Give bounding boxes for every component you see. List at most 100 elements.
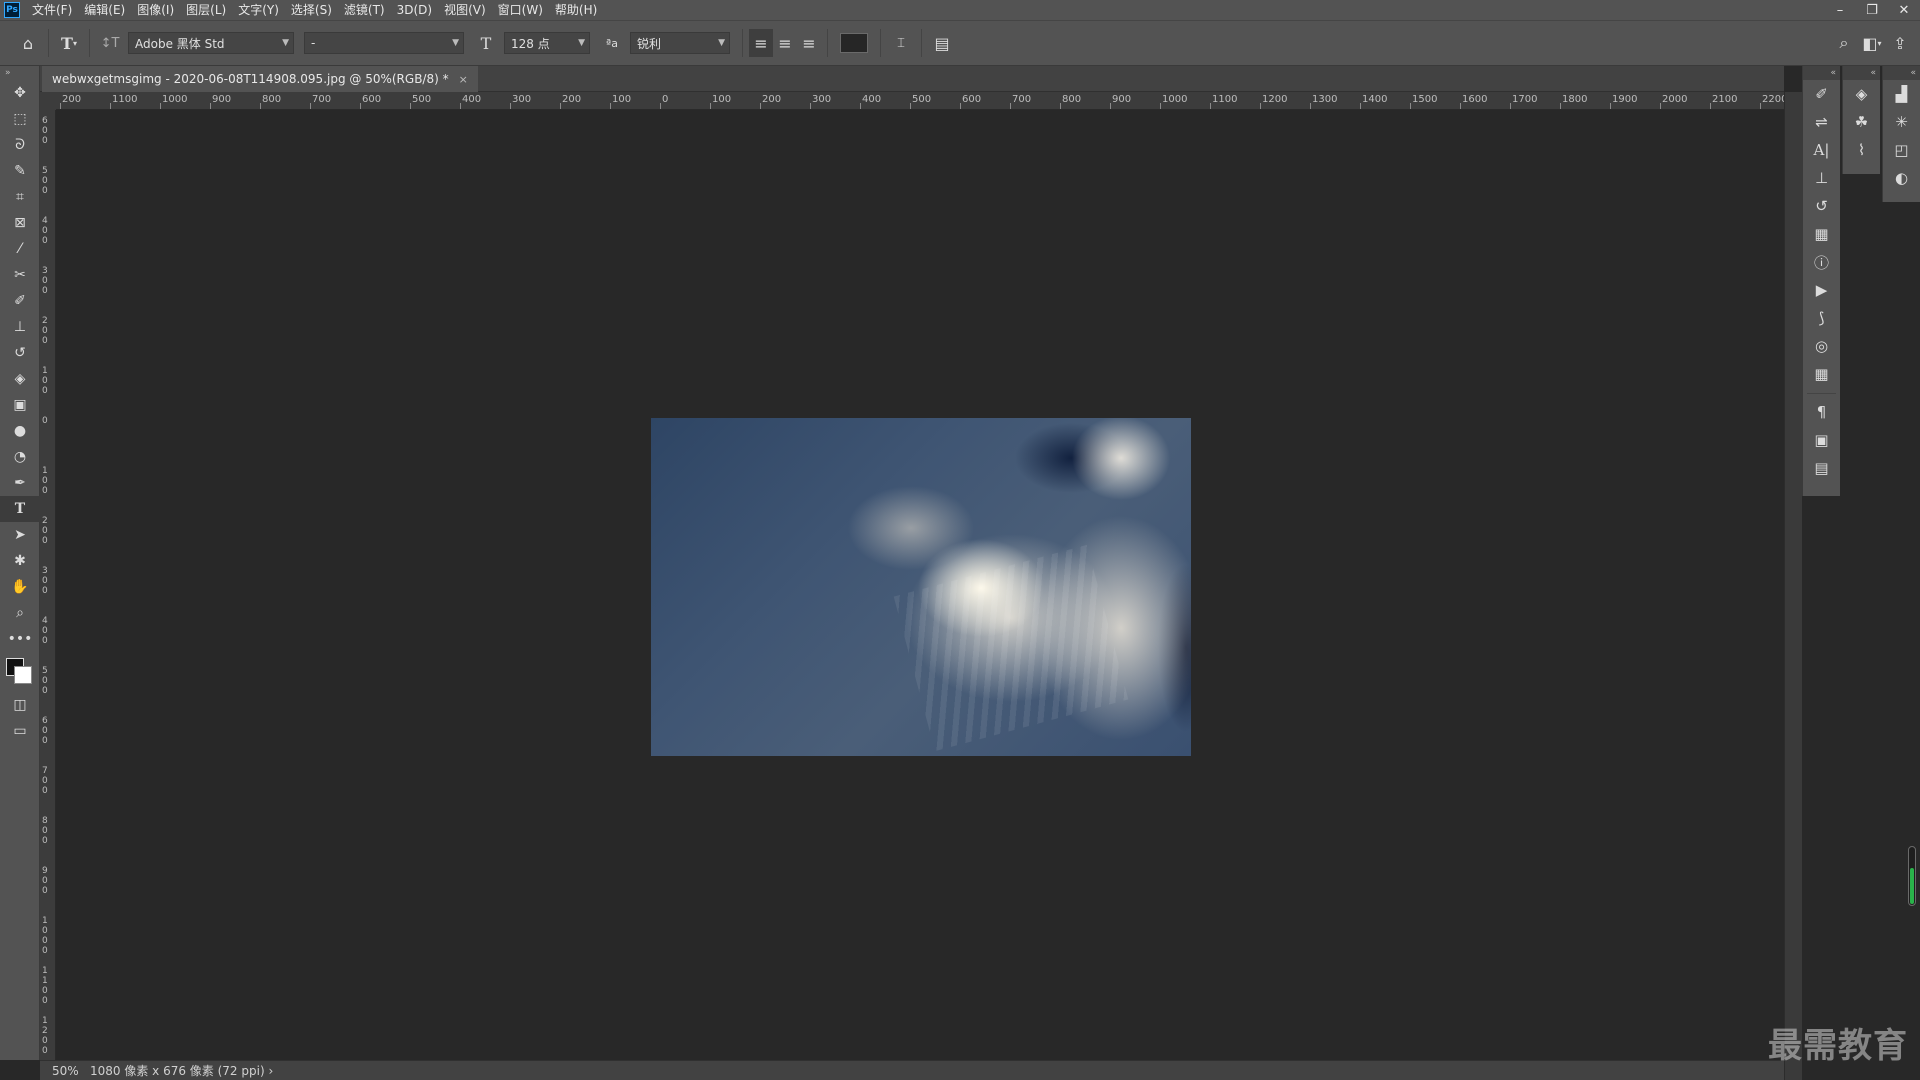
menu-image[interactable]: 图像(I) — [131, 0, 180, 20]
menu-select[interactable]: 选择(S) — [285, 0, 338, 20]
align-right-icon[interactable]: ≡ — [797, 29, 821, 57]
menu-view[interactable]: 视图(V) — [438, 0, 492, 20]
dodge-tool-icon[interactable]: ◔ — [0, 444, 40, 470]
home-icon[interactable]: ⌂ — [14, 29, 42, 57]
canvas-area[interactable] — [56, 110, 1784, 1060]
ruler-tick — [1110, 103, 1111, 109]
navigator-panel-icon[interactable]: ✳ — [1883, 108, 1920, 136]
collapse-panels-icon[interactable]: « — [1843, 66, 1880, 80]
text-orientation-icon[interactable]: ↕T — [96, 29, 124, 57]
document-image[interactable] — [651, 418, 1191, 756]
channels-panel-icon[interactable]: ☘ — [1843, 108, 1880, 136]
marquee-tool-icon[interactable]: ⬚ — [0, 106, 40, 132]
options-right-group: ⌕ ◧ ▾ ⇪ — [1830, 29, 1914, 57]
color-swatches[interactable] — [0, 652, 40, 692]
histogram-panel-icon[interactable]: ▟ — [1883, 80, 1920, 108]
share-icon[interactable]: ⇪ — [1886, 29, 1914, 57]
menu-filter[interactable]: 滤镜(T) — [338, 0, 391, 20]
move-tool-icon[interactable]: ✥ — [0, 80, 40, 106]
menu-help[interactable]: 帮助(H) — [549, 0, 603, 20]
search-icon[interactable]: ⌕ — [1830, 29, 1858, 57]
ruler-tick — [1760, 103, 1761, 109]
clone-source-icon[interactable]: ⊥ — [1803, 164, 1840, 192]
font-family-value: Adobe 黑体 Std — [135, 36, 225, 51]
history-panel-icon[interactable]: ↺ — [1803, 192, 1840, 220]
brushes-panel-icon[interactable]: ⇌ — [1803, 108, 1840, 136]
restore-button[interactable]: ❐ — [1856, 0, 1888, 20]
blur-tool-icon[interactable]: ● — [0, 418, 40, 444]
minimize-button[interactable]: – — [1824, 0, 1856, 20]
more-tools-icon[interactable]: ••• — [0, 626, 40, 652]
shape-tool-icon[interactable]: ✱ — [0, 548, 40, 574]
vertical-ruler[interactable]: 600 500 400 300 200 100 0 100 200 300 400 500 600 700… — [40, 110, 56, 1060]
ruler-tick-label: 700 — [42, 766, 48, 796]
adjustments-panel-icon[interactable]: ◐ — [1883, 164, 1920, 192]
actions-panel-icon[interactable]: ▶ — [1803, 276, 1840, 304]
zoom-tool-icon[interactable]: ⌕ — [0, 600, 40, 626]
layers-panel-icon[interactable]: ◈ — [1843, 80, 1880, 108]
type-tool-icon[interactable]: T — [0, 496, 40, 522]
history-brush-tool-icon[interactable]: ↺ — [0, 340, 40, 366]
horizontal-ruler[interactable]: 200 1100 1000 900 800 700 600 500 400 300 200 100 0 1… — [56, 92, 1784, 110]
menu-layer[interactable]: 图层(L) — [180, 0, 232, 20]
align-center-icon[interactable]: ≡ — [773, 29, 797, 57]
paragraph-styles-icon[interactable]: ▣ — [1803, 426, 1840, 454]
info-panel-icon[interactable]: ⓘ — [1803, 248, 1840, 276]
collapse-panels-icon[interactable]: « — [1883, 66, 1920, 80]
brush-settings-icon[interactable]: ✐ — [1803, 80, 1840, 108]
ruler-tick-label: 1400 — [1362, 94, 1388, 105]
paths-panel-icon[interactable]: ⌇ — [1843, 136, 1880, 164]
lasso-tool-icon[interactable]: ᘐ — [0, 132, 40, 158]
vertical-scrollbar[interactable] — [1784, 92, 1802, 1080]
font-style-select[interactable]: - ▼ — [304, 32, 464, 54]
zoom-level[interactable]: 50% — [40, 1064, 84, 1078]
menu-window[interactable]: 窗口(W) — [492, 0, 549, 20]
pen-tool-icon[interactable]: ✒ — [0, 470, 40, 496]
glyphs-panel-icon[interactable]: ▦ — [1803, 220, 1840, 248]
type-tool-preset-icon[interactable]: T ▾ — [55, 29, 83, 57]
panel-scroll-indicator[interactable] — [1908, 846, 1916, 906]
frame-tool-icon[interactable]: ⊠ — [0, 210, 40, 236]
antialias-select[interactable]: 锐利 ▼ — [630, 32, 730, 54]
menu-file[interactable]: 文件(F) — [26, 0, 78, 20]
gradient-tool-icon[interactable]: ▣ — [0, 392, 40, 418]
workspace-icon[interactable]: ◧ ▾ — [1858, 29, 1886, 57]
document-info[interactable]: 1080 像素 x 676 像素 (72 ppi) › — [84, 1062, 273, 1079]
align-left-icon[interactable]: ≡ — [749, 29, 773, 57]
menu-edit[interactable]: 编辑(E) — [78, 0, 131, 20]
light-rays — [893, 544, 1129, 752]
document-tab[interactable]: webwxgetmsgimg - 2020-06-08T114908.095.j… — [42, 66, 478, 92]
paragraph-panel-icon[interactable]: ¶ — [1803, 398, 1840, 426]
notes-panel-icon[interactable]: ▤ — [1803, 454, 1840, 482]
close-window-button[interactable]: ✕ — [1888, 0, 1920, 20]
hand-tool-icon[interactable]: ✋ — [0, 574, 40, 600]
libraries-panel-icon[interactable]: ◰ — [1883, 136, 1920, 164]
ruler-tick — [360, 103, 361, 109]
quick-selection-tool-icon[interactable]: ✎ — [0, 158, 40, 184]
crop-tool-icon[interactable]: ⌗ — [0, 184, 40, 210]
background-color-swatch[interactable] — [14, 666, 32, 684]
font-size-select[interactable]: 128 点 ▼ — [504, 32, 590, 54]
character-panel-icon[interactable]: ▤ — [928, 29, 956, 57]
3d-panel-icon[interactable]: ◎ — [1803, 332, 1840, 360]
menu-3d[interactable]: 3D(D) — [391, 0, 438, 20]
text-color-swatch[interactable] — [840, 33, 868, 53]
path-selection-tool-icon[interactable]: ➤ — [0, 522, 40, 548]
warp-text-icon[interactable]: ⌶ — [887, 29, 915, 57]
menu-type[interactable]: 文字(Y) — [232, 0, 285, 20]
expand-toolbar-icon[interactable]: » — [0, 66, 39, 80]
font-family-select[interactable]: Adobe 黑体 Std ▼ — [128, 32, 294, 54]
screen-mode-icon[interactable]: ▭ — [0, 718, 40, 744]
measurement-log-icon[interactable]: ▦ — [1803, 360, 1840, 388]
brush-tool-icon[interactable]: ✐ — [0, 288, 40, 314]
timeline-panel-icon[interactable]: ⟆ — [1803, 304, 1840, 332]
clone-stamp-tool-icon[interactable]: ⊥ — [0, 314, 40, 340]
close-icon[interactable]: × — [459, 73, 468, 86]
eyedropper-tool-icon[interactable]: ⁄ — [0, 236, 40, 262]
eraser-tool-icon[interactable]: ◈ — [0, 366, 40, 392]
character-styles-icon[interactable]: A| — [1803, 136, 1840, 164]
ruler-corner[interactable] — [40, 92, 56, 110]
collapse-panels-icon[interactable]: « — [1803, 66, 1840, 80]
quick-mask-icon[interactable]: ◫ — [0, 692, 40, 718]
healing-brush-tool-icon[interactable]: ✂ — [0, 262, 40, 288]
